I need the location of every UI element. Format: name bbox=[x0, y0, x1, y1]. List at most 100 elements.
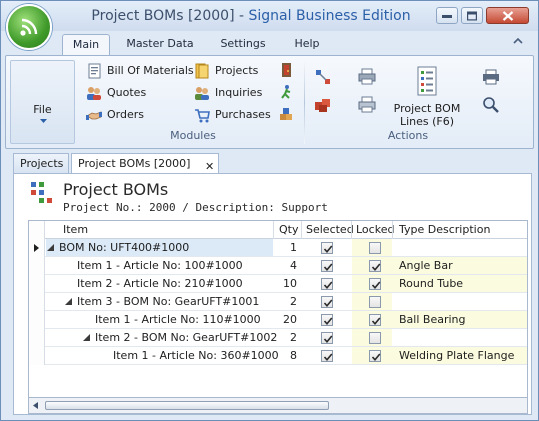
bom-tree-grid: Item Qty Selected Locked Type Descriptio… bbox=[28, 220, 528, 398]
module-orders[interactable]: Orders bbox=[86, 106, 156, 124]
horizontal-scrollbar[interactable] bbox=[28, 398, 528, 414]
qty-cell[interactable]: 2 bbox=[273, 331, 297, 344]
stacked-boxes-icon[interactable] bbox=[278, 106, 296, 124]
doc-tab-projects[interactable]: Projects bbox=[13, 153, 69, 173]
qty-cell[interactable]: 4 bbox=[273, 259, 297, 272]
minimize-button[interactable] bbox=[436, 7, 458, 24]
table-row[interactable]: Item 1 - Article No: 360#1000 8 Welding Pl… bbox=[29, 347, 527, 365]
scrollbar-thumb[interactable] bbox=[45, 401, 329, 410]
locked-checkbox[interactable] bbox=[369, 296, 381, 308]
magnifier-icon[interactable] bbox=[482, 96, 500, 114]
locked-checkbox[interactable] bbox=[369, 314, 381, 326]
row-indicator[interactable] bbox=[29, 329, 45, 347]
quotes-people-icon bbox=[87, 87, 101, 100]
check-mark-icon bbox=[371, 317, 381, 326]
column-header-type-description[interactable]: Type Description bbox=[399, 223, 490, 236]
row-indicator[interactable] bbox=[29, 239, 45, 257]
tab-help[interactable]: Help bbox=[287, 34, 327, 55]
check-mark-icon bbox=[371, 353, 381, 362]
person-run-icon[interactable] bbox=[278, 84, 296, 102]
tree-collapse-icon[interactable] bbox=[47, 244, 55, 252]
tree-collapse-icon[interactable] bbox=[65, 298, 73, 306]
tab-master-data[interactable]: Master Data bbox=[123, 34, 197, 55]
tab-main[interactable]: Main bbox=[62, 34, 110, 55]
minimize-icon bbox=[442, 14, 452, 18]
window-title: Project BOMs [2000] - Signal Business Ed… bbox=[1, 8, 501, 24]
table-row[interactable]: Item 2 - Article No: 210#1000 10 Round Tub… bbox=[29, 275, 527, 293]
locked-checkbox[interactable] bbox=[369, 242, 381, 254]
module-purchases[interactable]: Purchases bbox=[194, 106, 271, 124]
locked-checkbox[interactable] bbox=[369, 260, 381, 272]
item-cell[interactable]: BOM No: UFT400#1000 bbox=[59, 241, 189, 254]
item-cell[interactable]: Item 3 - BOM No: GearUFT#1001 bbox=[77, 295, 259, 308]
doc-tab-project-boms[interactable]: Project BOMs [2000] ✕ bbox=[71, 153, 219, 174]
row-indicator[interactable] bbox=[29, 257, 45, 275]
item-cell[interactable]: Item 2 - Article No: 210#1000 bbox=[77, 277, 243, 290]
print-preview-icon[interactable] bbox=[358, 96, 376, 114]
close-window-button[interactable] bbox=[486, 7, 529, 24]
qty-cell[interactable]: 10 bbox=[273, 277, 297, 290]
current-row-arrow-icon bbox=[34, 244, 39, 252]
item-cell[interactable]: Item 1 - Article No: 100#1000 bbox=[77, 259, 243, 272]
projects-folder-icon bbox=[195, 63, 209, 79]
table-row[interactable]: Item 2 - BOM No: GearUFT#1002 2 bbox=[29, 329, 527, 347]
ribbon-tab-bar: Main Master Data Settings Help bbox=[1, 31, 538, 55]
tree-collapse-icon[interactable] bbox=[83, 334, 91, 342]
table-row[interactable]: Item 1 - Article No: 100#1000 4 Angle Bar bbox=[29, 257, 527, 275]
qty-cell[interactable]: 1 bbox=[273, 241, 297, 254]
column-header-item[interactable]: Item bbox=[63, 223, 88, 236]
item-cell[interactable]: Item 2 - BOM No: GearUFT#1002 bbox=[95, 331, 277, 344]
row-indicator[interactable] bbox=[29, 275, 45, 293]
module-label: Projects bbox=[215, 64, 259, 77]
item-cell[interactable]: Item 1 - Article No: 110#1000 bbox=[95, 313, 261, 326]
column-divider bbox=[273, 221, 274, 239]
selected-checkbox[interactable] bbox=[321, 332, 333, 344]
selected-checkbox[interactable] bbox=[321, 314, 333, 326]
printer-stack-icon[interactable] bbox=[482, 68, 500, 86]
qty-cell[interactable]: 20 bbox=[273, 313, 297, 326]
door-icon[interactable] bbox=[278, 62, 296, 80]
link-nodes-icon[interactable] bbox=[314, 68, 332, 86]
ribbon-collapse-chevron-icon[interactable] bbox=[513, 37, 523, 44]
file-menu-button[interactable]: File bbox=[10, 60, 75, 144]
locked-checkbox[interactable] bbox=[369, 332, 381, 344]
module-bill-of-materials[interactable]: Bill Of Materials bbox=[86, 62, 194, 80]
column-header-qty[interactable]: Qty bbox=[279, 223, 298, 236]
selected-checkbox[interactable] bbox=[321, 260, 333, 272]
tab-settings[interactable]: Settings bbox=[216, 34, 270, 55]
selected-checkbox[interactable] bbox=[321, 296, 333, 308]
table-row[interactable]: Item 1 - Article No: 110#1000 20 Ball Bear… bbox=[29, 311, 527, 329]
row-indicator[interactable] bbox=[29, 311, 45, 329]
locked-checkbox[interactable] bbox=[369, 278, 381, 290]
scroll-left-arrow-icon[interactable] bbox=[33, 402, 38, 409]
purchases-cart-icon bbox=[195, 109, 210, 123]
table-row[interactable]: Item 3 - BOM No: GearUFT#1001 2 bbox=[29, 293, 527, 311]
check-mark-icon bbox=[371, 281, 381, 290]
bom-lines-document-icon bbox=[417, 66, 437, 96]
selected-checkbox[interactable] bbox=[321, 350, 333, 362]
column-header-locked[interactable]: Locked bbox=[356, 223, 394, 236]
project-bom-lines-button[interactable]: Project BOM Lines (F6) bbox=[391, 62, 463, 128]
selected-checkbox[interactable] bbox=[321, 242, 333, 254]
table-row[interactable]: BOM No: UFT400#1000 1 bbox=[29, 239, 527, 257]
qty-cell[interactable]: 2 bbox=[273, 295, 297, 308]
file-label: File bbox=[33, 103, 52, 116]
printer-icon[interactable] bbox=[358, 68, 376, 86]
maximize-button[interactable] bbox=[461, 7, 483, 24]
module-quotes[interactable]: Quotes bbox=[86, 84, 156, 102]
column-header-selected[interactable]: Selected bbox=[306, 223, 354, 236]
locked-checkbox[interactable] bbox=[369, 350, 381, 362]
row-indicator[interactable] bbox=[29, 293, 45, 311]
module-inquiries[interactable]: Inquiries bbox=[194, 84, 264, 102]
row-indicator[interactable] bbox=[29, 347, 45, 365]
column-divider bbox=[392, 221, 393, 239]
red-blocks-icon[interactable] bbox=[314, 96, 332, 114]
check-mark-icon bbox=[323, 263, 333, 272]
project-bom-lines-label: Project BOM Lines (F6) bbox=[393, 102, 461, 128]
selected-checkbox[interactable] bbox=[321, 278, 333, 290]
grid-header: Item Qty Selected Locked Type Descriptio… bbox=[29, 221, 527, 239]
item-cell[interactable]: Item 1 - Article No: 360#1000 bbox=[113, 349, 279, 362]
module-projects[interactable]: Projects bbox=[194, 62, 264, 80]
application-menu-button[interactable] bbox=[6, 4, 52, 50]
qty-cell[interactable]: 8 bbox=[273, 349, 297, 362]
